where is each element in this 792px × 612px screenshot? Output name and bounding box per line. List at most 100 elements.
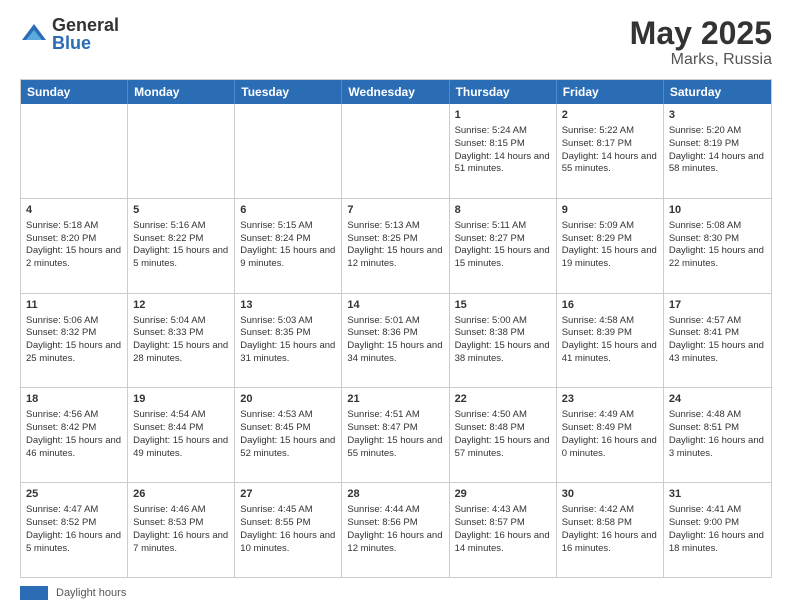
calendar-row-5: 25Sunrise: 4:47 AM Sunset: 8:52 PM Dayli… bbox=[21, 482, 771, 577]
calendar-row-1: 1 Sunrise: 5:24 AM Sunset: 8:15 PM Daylig… bbox=[21, 104, 771, 198]
day-info: Sunrise: 5:15 AM Sunset: 8:24 PM Dayligh… bbox=[240, 220, 335, 269]
calendar-cell-1-5: 1 Sunrise: 5:24 AM Sunset: 8:15 PM Daylig… bbox=[450, 104, 557, 198]
calendar-body: 1 Sunrise: 5:24 AM Sunset: 8:15 PM Daylig… bbox=[21, 104, 771, 577]
day-info: Sunrise: 5:22 AM Sunset: 8:17 PM Dayligh… bbox=[562, 125, 657, 174]
calendar-cell-5-2: 26Sunrise: 4:46 AM Sunset: 8:53 PM Dayli… bbox=[128, 483, 235, 577]
day-number: 20 bbox=[240, 392, 336, 407]
logo: General Blue bbox=[20, 16, 119, 52]
calendar-row-2: 4Sunrise: 5:18 AM Sunset: 8:20 PM Daylig… bbox=[21, 198, 771, 293]
logo-text: General Blue bbox=[52, 16, 119, 52]
day-info: Sunrise: 5:09 AM Sunset: 8:29 PM Dayligh… bbox=[562, 220, 657, 269]
day-number: 2 bbox=[562, 108, 658, 123]
day-number: 27 bbox=[240, 487, 336, 502]
day-info: Sunrise: 5:00 AM Sunset: 8:38 PM Dayligh… bbox=[455, 315, 550, 364]
header-monday: Monday bbox=[128, 80, 235, 104]
calendar-cell-1-7: 3 Sunrise: 5:20 AM Sunset: 8:19 PM Daylig… bbox=[664, 104, 771, 198]
day-info: Sunrise: 4:43 AM Sunset: 8:57 PM Dayligh… bbox=[455, 504, 550, 553]
calendar-cell-4-6: 23 Sunrise: 4:49 AM Sunset: 8:49 PM Dayli… bbox=[557, 388, 664, 482]
calendar: Sunday Monday Tuesday Wednesday Thursday… bbox=[20, 79, 772, 578]
calendar-cell-2-5: 8 Sunrise: 5:11 AM Sunset: 8:27 PM Daylig… bbox=[450, 199, 557, 293]
calendar-cell-3-4: 14Sunrise: 5:01 AM Sunset: 8:36 PM Dayli… bbox=[342, 294, 449, 388]
calendar-cell-5-7: 31 Sunrise: 4:41 AM Sunset: 9:00 PM Dayli… bbox=[664, 483, 771, 577]
day-number: 1 bbox=[455, 108, 551, 123]
day-number: 28 bbox=[347, 487, 443, 502]
calendar-cell-5-5: 29Sunrise: 4:43 AM Sunset: 8:57 PM Dayli… bbox=[450, 483, 557, 577]
day-number: 26 bbox=[133, 487, 229, 502]
calendar-cell-4-5: 22Sunrise: 4:50 AM Sunset: 8:48 PM Dayli… bbox=[450, 388, 557, 482]
day-info: Sunrise: 5:11 AM Sunset: 8:27 PM Dayligh… bbox=[455, 220, 550, 269]
day-number: 19 bbox=[133, 392, 229, 407]
calendar-cell-2-6: 9 Sunrise: 5:09 AM Sunset: 8:29 PM Daylig… bbox=[557, 199, 664, 293]
logo-blue-text: Blue bbox=[52, 34, 119, 52]
day-info: Sunrise: 4:42 AM Sunset: 8:58 PM Dayligh… bbox=[562, 504, 657, 553]
calendar-cell-1-2 bbox=[128, 104, 235, 198]
day-number: 23 bbox=[562, 392, 658, 407]
day-info: Sunrise: 5:06 AM Sunset: 8:32 PM Dayligh… bbox=[26, 315, 121, 364]
calendar-cell-5-4: 28 Sunrise: 4:44 AM Sunset: 8:56 PM Dayli… bbox=[342, 483, 449, 577]
day-number: 9 bbox=[562, 203, 658, 218]
day-number: 17 bbox=[669, 298, 766, 313]
calendar-cell-4-7: 24Sunrise: 4:48 AM Sunset: 8:51 PM Dayli… bbox=[664, 388, 771, 482]
calendar-cell-3-2: 12 Sunrise: 5:04 AM Sunset: 8:33 PM Dayli… bbox=[128, 294, 235, 388]
day-info: Sunrise: 4:45 AM Sunset: 8:55 PM Dayligh… bbox=[240, 504, 335, 553]
logo-icon bbox=[20, 20, 48, 48]
title-block: May 2025 Marks, Russia bbox=[630, 16, 772, 69]
day-info: Sunrise: 4:51 AM Sunset: 8:47 PM Dayligh… bbox=[347, 409, 442, 458]
day-info: Sunrise: 5:16 AM Sunset: 8:22 PM Dayligh… bbox=[133, 220, 228, 269]
day-info: Sunrise: 5:20 AM Sunset: 8:19 PM Dayligh… bbox=[669, 125, 764, 174]
header-wednesday: Wednesday bbox=[342, 80, 449, 104]
day-info: Sunrise: 4:57 AM Sunset: 8:41 PM Dayligh… bbox=[669, 315, 764, 364]
day-number: 6 bbox=[240, 203, 336, 218]
day-info: Sunrise: 4:53 AM Sunset: 8:45 PM Dayligh… bbox=[240, 409, 335, 458]
calendar-cell-4-3: 20 Sunrise: 4:53 AM Sunset: 8:45 PM Dayli… bbox=[235, 388, 342, 482]
day-number: 16 bbox=[562, 298, 658, 313]
page: General Blue May 2025 Marks, Russia Sund… bbox=[0, 0, 792, 612]
day-number: 13 bbox=[240, 298, 336, 313]
day-number: 7 bbox=[347, 203, 443, 218]
day-info: Sunrise: 5:01 AM Sunset: 8:36 PM Dayligh… bbox=[347, 315, 442, 364]
day-info: Sunrise: 5:24 AM Sunset: 8:15 PM Dayligh… bbox=[455, 125, 550, 174]
calendar-cell-2-7: 10Sunrise: 5:08 AM Sunset: 8:30 PM Dayli… bbox=[664, 199, 771, 293]
calendar-cell-2-2: 5 Sunrise: 5:16 AM Sunset: 8:22 PM Daylig… bbox=[128, 199, 235, 293]
day-number: 4 bbox=[26, 203, 122, 218]
day-info: Sunrise: 4:44 AM Sunset: 8:56 PM Dayligh… bbox=[347, 504, 442, 553]
day-info: Sunrise: 5:03 AM Sunset: 8:35 PM Dayligh… bbox=[240, 315, 335, 364]
day-number: 21 bbox=[347, 392, 443, 407]
calendar-cell-1-6: 2 Sunrise: 5:22 AM Sunset: 8:17 PM Daylig… bbox=[557, 104, 664, 198]
calendar-cell-2-3: 6 Sunrise: 5:15 AM Sunset: 8:24 PM Daylig… bbox=[235, 199, 342, 293]
day-info: Sunrise: 4:56 AM Sunset: 8:42 PM Dayligh… bbox=[26, 409, 121, 458]
calendar-cell-5-6: 30 Sunrise: 4:42 AM Sunset: 8:58 PM Dayli… bbox=[557, 483, 664, 577]
day-number: 30 bbox=[562, 487, 658, 502]
calendar-cell-3-6: 16 Sunrise: 4:58 AM Sunset: 8:39 PM Dayli… bbox=[557, 294, 664, 388]
day-number: 11 bbox=[26, 298, 122, 313]
day-info: Sunrise: 4:50 AM Sunset: 8:48 PM Dayligh… bbox=[455, 409, 550, 458]
day-number: 12 bbox=[133, 298, 229, 313]
calendar-cell-1-1 bbox=[21, 104, 128, 198]
calendar-cell-3-1: 11 Sunrise: 5:06 AM Sunset: 8:32 PM Dayli… bbox=[21, 294, 128, 388]
calendar-cell-3-3: 13 Sunrise: 5:03 AM Sunset: 8:35 PM Dayli… bbox=[235, 294, 342, 388]
calendar-cell-1-4 bbox=[342, 104, 449, 198]
day-number: 25 bbox=[26, 487, 122, 502]
day-info: Sunrise: 4:58 AM Sunset: 8:39 PM Dayligh… bbox=[562, 315, 657, 364]
calendar-cell-5-3: 27 Sunrise: 4:45 AM Sunset: 8:55 PM Dayli… bbox=[235, 483, 342, 577]
day-number: 5 bbox=[133, 203, 229, 218]
calendar-cell-4-1: 18 Sunrise: 4:56 AM Sunset: 8:42 PM Dayli… bbox=[21, 388, 128, 482]
calendar-cell-4-4: 21 Sunrise: 4:51 AM Sunset: 8:47 PM Dayli… bbox=[342, 388, 449, 482]
day-number: 15 bbox=[455, 298, 551, 313]
calendar-header: Sunday Monday Tuesday Wednesday Thursday… bbox=[21, 80, 771, 104]
daylight-swatch bbox=[20, 586, 48, 600]
day-number: 8 bbox=[455, 203, 551, 218]
day-number: 3 bbox=[669, 108, 766, 123]
day-number: 24 bbox=[669, 392, 766, 407]
day-number: 31 bbox=[669, 487, 766, 502]
day-info: Sunrise: 5:08 AM Sunset: 8:30 PM Dayligh… bbox=[669, 220, 764, 269]
calendar-cell-1-3 bbox=[235, 104, 342, 198]
month-title: May 2025 bbox=[630, 16, 772, 51]
day-number: 18 bbox=[26, 392, 122, 407]
footer-label: Daylight hours bbox=[56, 587, 126, 599]
header-sunday: Sunday bbox=[21, 80, 128, 104]
day-info: Sunrise: 4:41 AM Sunset: 9:00 PM Dayligh… bbox=[669, 504, 764, 553]
day-info: Sunrise: 5:04 AM Sunset: 8:33 PM Dayligh… bbox=[133, 315, 228, 364]
day-info: Sunrise: 4:54 AM Sunset: 8:44 PM Dayligh… bbox=[133, 409, 228, 458]
day-info: Sunrise: 4:49 AM Sunset: 8:49 PM Dayligh… bbox=[562, 409, 657, 458]
